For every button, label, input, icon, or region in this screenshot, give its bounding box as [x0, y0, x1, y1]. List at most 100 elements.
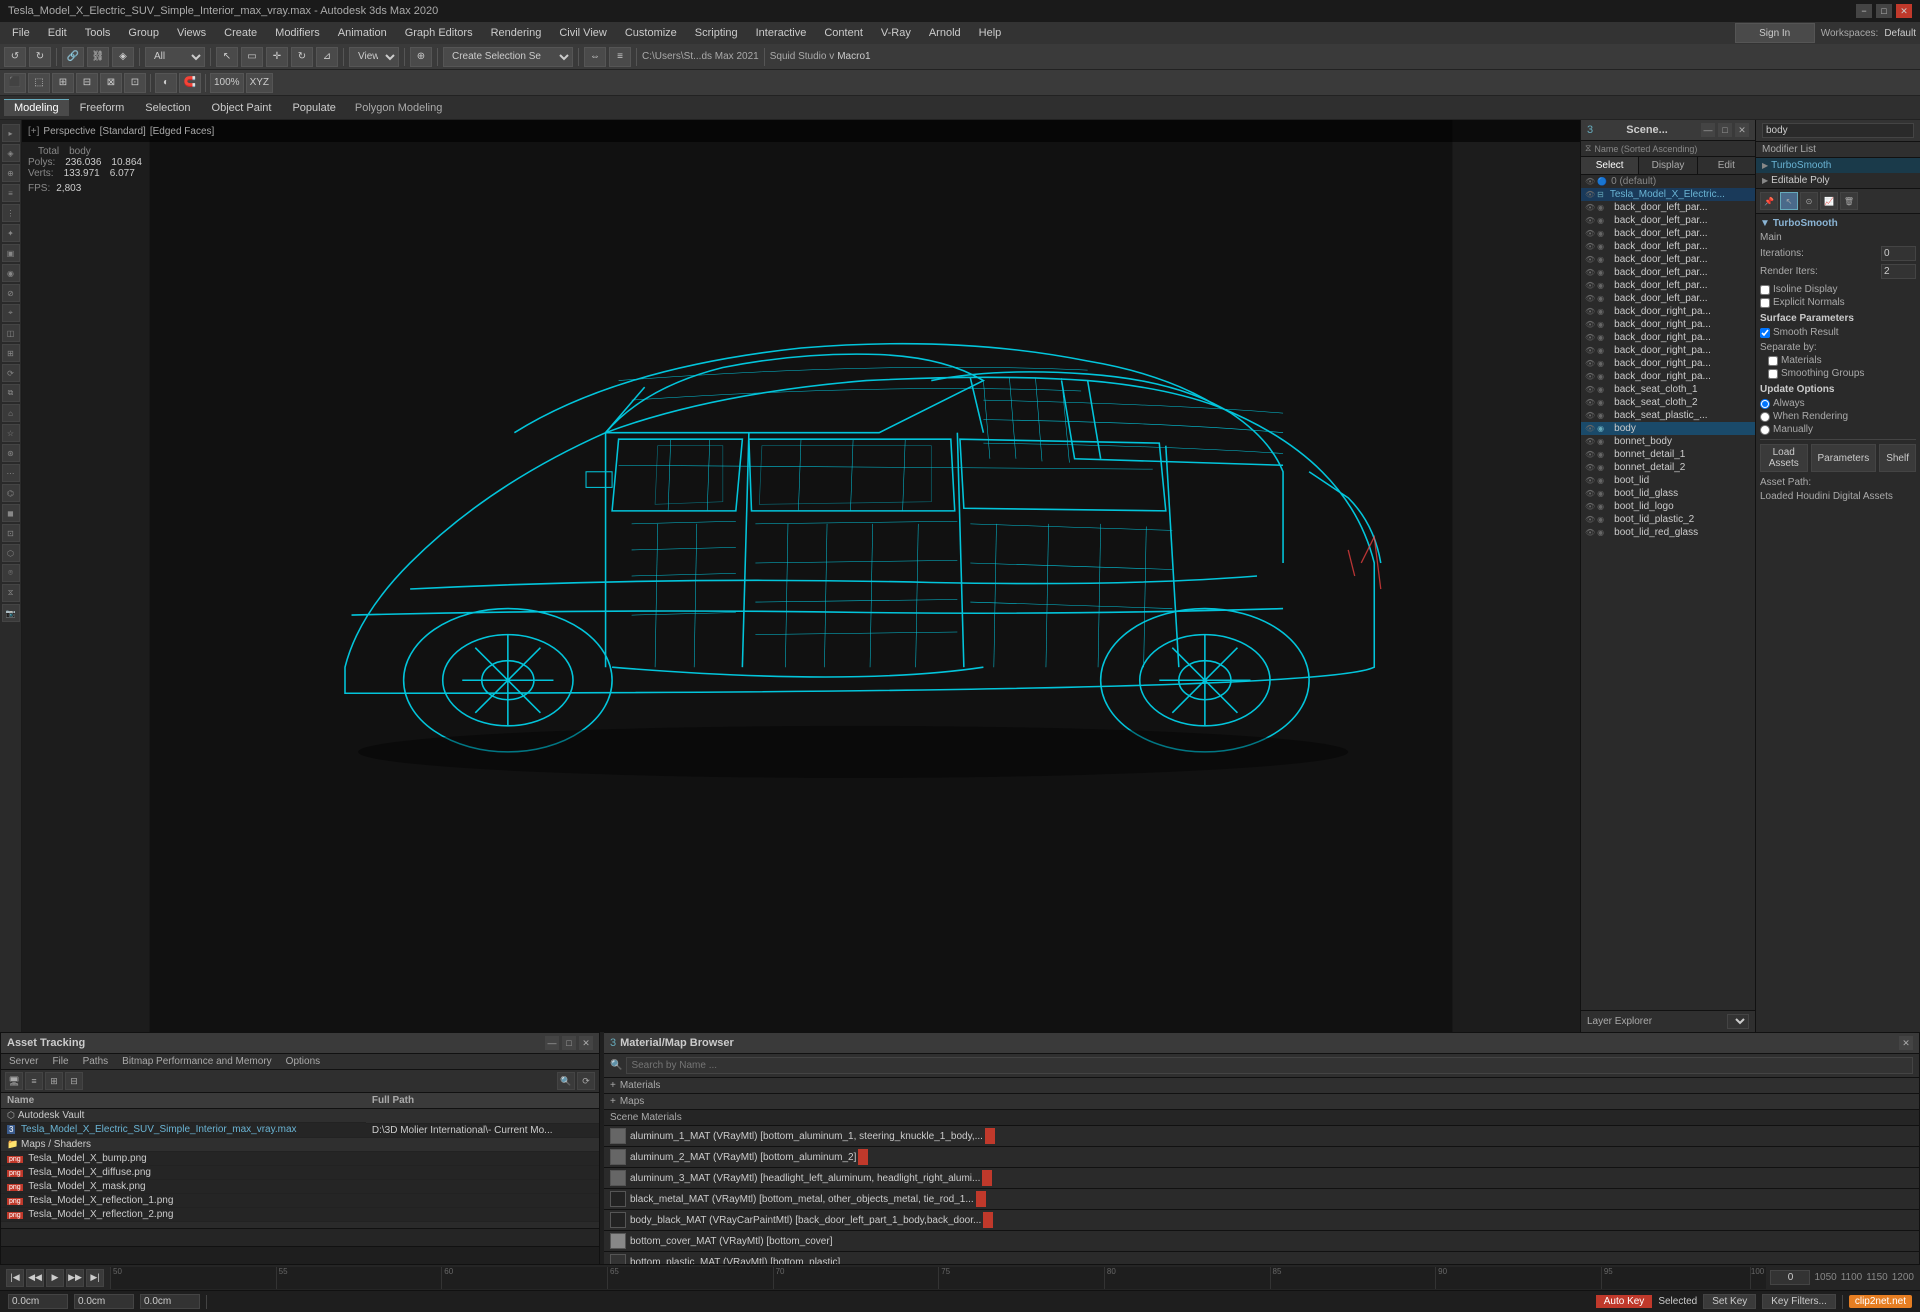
render-iters-input[interactable]: [1881, 264, 1916, 279]
vp-perspective[interactable]: Perspective: [43, 126, 95, 137]
asset-minimize-btn[interactable]: —: [545, 1036, 559, 1050]
sidebar-icon-3[interactable]: ⊕: [2, 164, 20, 182]
axis-btn[interactable]: XYZ: [246, 73, 273, 93]
asset-menu-paths[interactable]: Paths: [79, 1055, 113, 1068]
scene-item-bsc2[interactable]: 👁◉back_seat_cloth_2: [1581, 396, 1755, 409]
scene-item-bootglass[interactable]: 👁◉boot_lid_glass: [1581, 487, 1755, 500]
scene-item-bd2[interactable]: 👁◉bonnet_detail_2: [1581, 461, 1755, 474]
undo-button[interactable]: ↺: [4, 47, 26, 67]
smoothing-groups-checkbox[interactable]: [1768, 369, 1778, 379]
scene-item-bd-lp1[interactable]: 👁◉back_door_left_par...: [1581, 201, 1755, 214]
menu-graph-editors[interactable]: Graph Editors: [397, 25, 481, 41]
turbosmooth-entry[interactable]: ▶ TurboSmooth: [1756, 158, 1920, 173]
tab-freeform[interactable]: Freeform: [70, 100, 135, 116]
scene-item-bd-lp2[interactable]: 👁◉back_door_left_par...: [1581, 214, 1755, 227]
scene-item-tesla[interactable]: 👁 ⊟ Tesla_Model_X_Electric...: [1581, 188, 1755, 201]
sidebar-icon-21[interactable]: ⊡: [2, 524, 20, 542]
vp-standard[interactable]: [Standard]: [100, 126, 146, 137]
asset-icon-1[interactable]: 🖥: [5, 1072, 23, 1090]
section-header-turbosmooth[interactable]: ▼ TurboSmooth: [1760, 218, 1916, 229]
scene-item-bootlid[interactable]: 👁◉boot_lid: [1581, 474, 1755, 487]
select-region-button[interactable]: ▭: [241, 47, 263, 67]
asset-icon-3[interactable]: ⊞: [45, 1072, 63, 1090]
asset-icon-4[interactable]: ⊟: [65, 1072, 83, 1090]
next-frame-btn[interactable]: ▶▶: [66, 1269, 84, 1287]
view-dropdown[interactable]: View: [349, 47, 399, 67]
menu-arnold[interactable]: Arnold: [921, 25, 969, 41]
asset-icon-refresh[interactable]: ⟳: [577, 1072, 595, 1090]
table-row[interactable]: 3 Tesla_Model_X_Electric_SUV_Simple_Inte…: [1, 1123, 599, 1137]
scene-item-bd-rp3[interactable]: 👁◉back_door_right_pa...: [1581, 331, 1755, 344]
sidebar-icon-10[interactable]: ⌖: [2, 304, 20, 322]
menu-customize[interactable]: Customize: [617, 25, 685, 41]
minimize-button[interactable]: −: [1856, 4, 1872, 18]
menu-views[interactable]: Views: [169, 25, 214, 41]
scene-item-bd-lp7[interactable]: 👁◉back_door_left_par...: [1581, 279, 1755, 292]
sidebar-icon-11[interactable]: ◫: [2, 324, 20, 342]
signin-button[interactable]: Sign In: [1735, 23, 1815, 43]
tab-object-paint[interactable]: Object Paint: [202, 100, 282, 116]
sidebar-icon-7[interactable]: ▣: [2, 244, 20, 262]
list-item[interactable]: aluminum_3_MAT (VRayMtl) [headlight_left…: [604, 1168, 1919, 1189]
coord-z-input[interactable]: [140, 1294, 200, 1309]
parameters-button[interactable]: Parameters: [1811, 444, 1877, 472]
scene-item-bd-rp5[interactable]: 👁◉back_door_right_pa...: [1581, 357, 1755, 370]
filter-dropdown[interactable]: All: [145, 47, 205, 67]
frame-counter[interactable]: [1770, 1270, 1810, 1285]
asset-menu-file[interactable]: File: [48, 1055, 72, 1068]
select-link-button[interactable]: 🔗: [62, 47, 84, 67]
set-key-button[interactable]: Set Key: [1703, 1294, 1756, 1309]
always-radio[interactable]: [1760, 399, 1770, 409]
auto-key-button[interactable]: Auto Key: [1596, 1295, 1653, 1308]
manually-radio[interactable]: [1760, 425, 1770, 435]
list-item[interactable]: bottom_plastic_MAT (VRayMtl) [bottom_pla…: [604, 1252, 1919, 1264]
sidebar-icon-12[interactable]: ⊞: [2, 344, 20, 362]
tab-display[interactable]: Display: [1639, 157, 1697, 174]
scene-item-default[interactable]: 👁 🔵 0 (default): [1581, 175, 1755, 188]
maps-section-btn[interactable]: + Maps: [604, 1094, 1919, 1110]
materials-checkbox[interactable]: [1768, 356, 1778, 366]
scene-item-bd-rp2[interactable]: 👁◉back_door_right_pa...: [1581, 318, 1755, 331]
key-filters-button[interactable]: Key Filters...: [1762, 1294, 1836, 1309]
mat-close-btn[interactable]: ✕: [1899, 1036, 1913, 1050]
scene-item-bd1[interactable]: 👁◉bonnet_detail_1: [1581, 448, 1755, 461]
sidebar-icon-16[interactable]: ☆: [2, 424, 20, 442]
asset-icon-2[interactable]: ≡: [25, 1072, 43, 1090]
percent-btn[interactable]: 100%: [210, 73, 244, 93]
tab-selection[interactable]: Selection: [135, 100, 200, 116]
scene-item-body[interactable]: 👁◉body: [1581, 422, 1755, 435]
scene-minimize-button[interactable]: —: [1701, 123, 1715, 137]
menu-file[interactable]: File: [4, 25, 38, 41]
scene-item-bootrg[interactable]: 👁◉boot_lid_red_glass: [1581, 526, 1755, 539]
tab-edit[interactable]: Edit: [1698, 157, 1755, 174]
list-item[interactable]: aluminum_2_MAT (VRayMtl) [bottom_aluminu…: [604, 1147, 1919, 1168]
mode-btn-3[interactable]: ⊞: [52, 73, 74, 93]
sidebar-icon-13[interactable]: ⟳: [2, 364, 20, 382]
list-item[interactable]: black_metal_MAT (VRayMtl) [bottom_metal,…: [604, 1189, 1919, 1210]
vp-bracket-open[interactable]: [+]: [28, 126, 39, 137]
table-row[interactable]: png Tesla_Model_X_bump.png: [1, 1151, 599, 1165]
sidebar-icon-filter[interactable]: ⧖: [2, 584, 20, 602]
scene-item-bd-lp8[interactable]: 👁◉back_door_left_par...: [1581, 292, 1755, 305]
play-btn[interactable]: ▶: [46, 1269, 64, 1287]
editable-poly-entry[interactable]: ▶ Editable Poly: [1756, 173, 1920, 188]
table-row[interactable]: 📁 Maps / Shaders: [1, 1137, 599, 1151]
menu-content[interactable]: Content: [816, 25, 871, 41]
asset-menu-bitmap[interactable]: Bitmap Performance and Memory: [118, 1055, 276, 1068]
menu-rendering[interactable]: Rendering: [483, 25, 550, 41]
table-row[interactable]: png Tesla_Model_X_diffuse.png: [1, 1165, 599, 1179]
sidebar-icon-5[interactable]: ⋮: [2, 204, 20, 222]
load-assets-button[interactable]: Load Assets: [1760, 444, 1808, 472]
smooth-result-checkbox[interactable]: [1760, 328, 1770, 338]
sidebar-icon-1[interactable]: ▸: [2, 124, 20, 142]
table-row[interactable]: png Tesla_Model_X_mask.png: [1, 1179, 599, 1193]
asset-icon-search[interactable]: 🔍: [557, 1072, 575, 1090]
scene-item-bd-rp6[interactable]: 👁◉back_door_right_pa...: [1581, 370, 1755, 383]
menu-vray[interactable]: V-Ray: [873, 25, 919, 41]
pin-icon-btn[interactable]: 📌: [1760, 192, 1778, 210]
mode-btn-4[interactable]: ⊟: [76, 73, 98, 93]
table-row[interactable]: png Tesla_Model_X_reflection_2.png: [1, 1207, 599, 1221]
unlink-button[interactable]: ⛓: [87, 47, 109, 67]
timeline-track[interactable]: 50 55 60 65 70 75 80 85 90 95 100: [110, 1267, 1766, 1289]
toggle-btn[interactable]: ◐: [155, 73, 177, 93]
